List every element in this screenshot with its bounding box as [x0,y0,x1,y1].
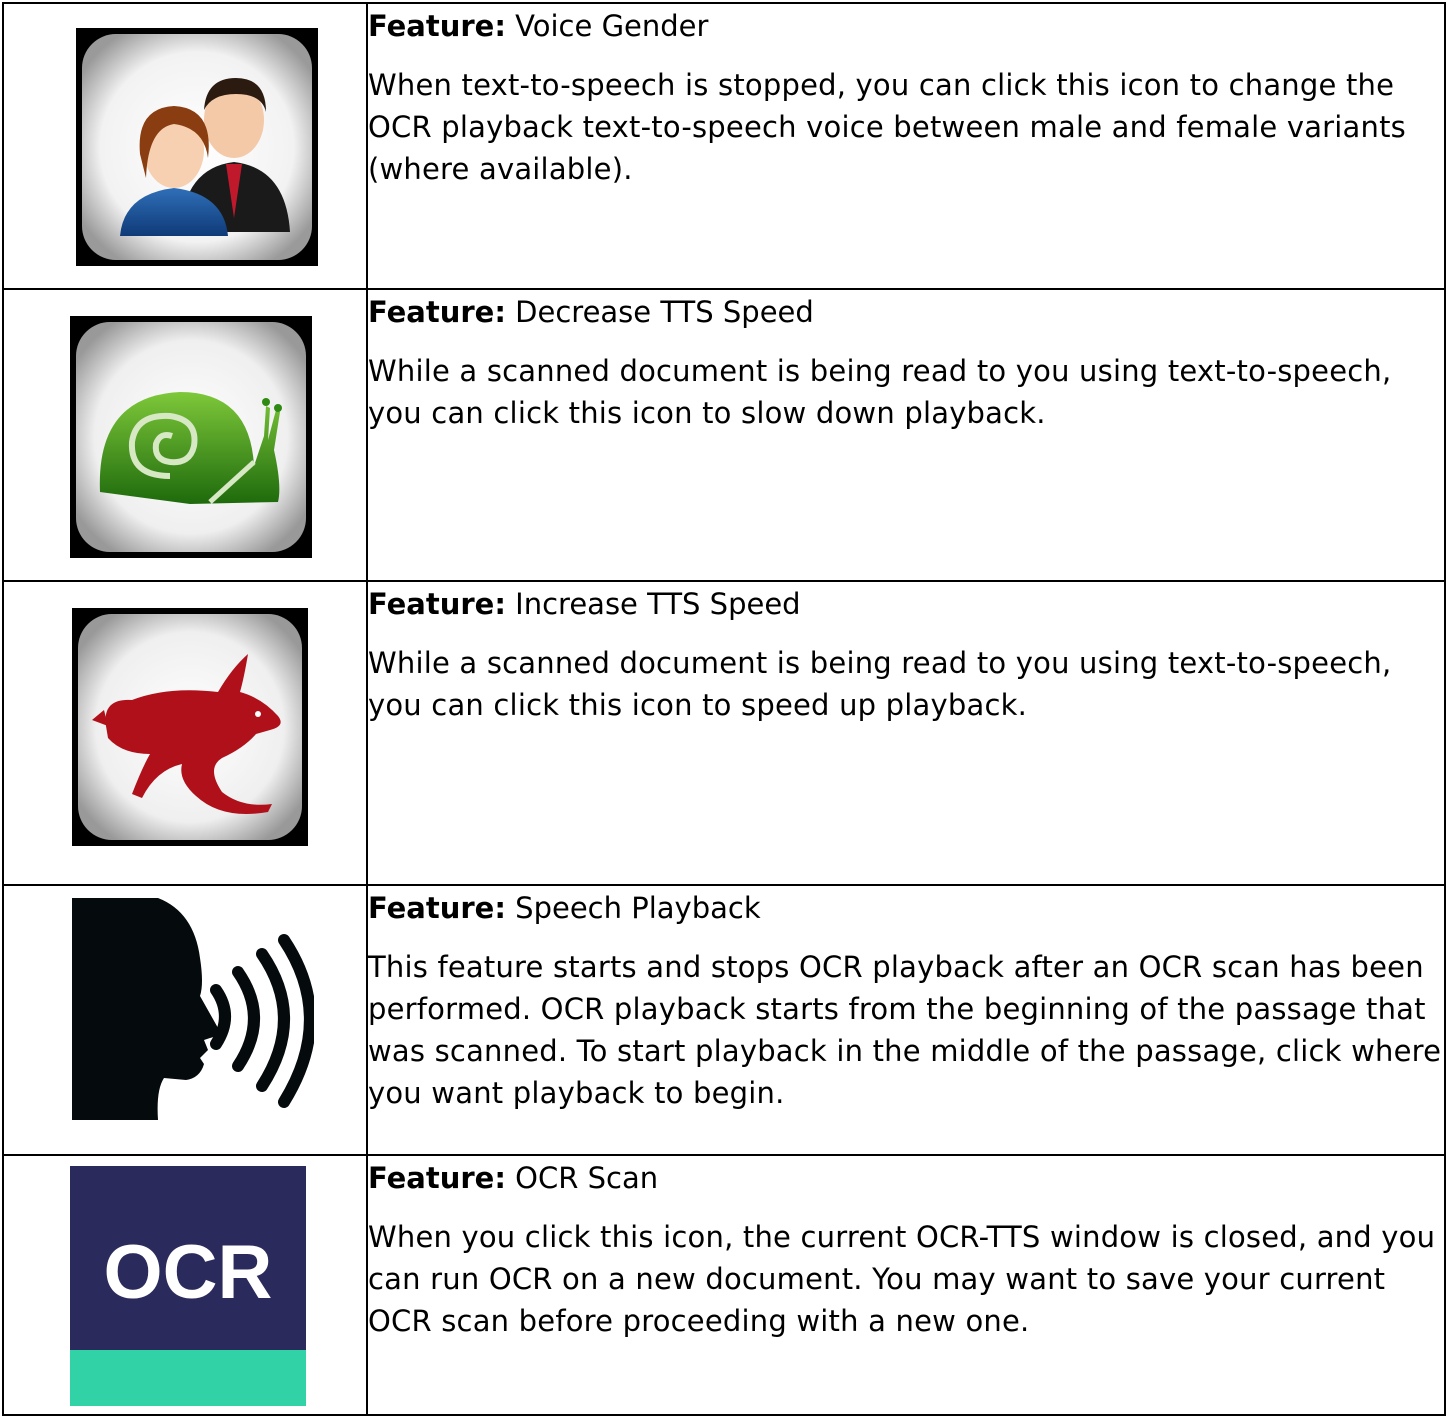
feature-title: Feature: Speech Playback [368,886,1444,930]
feature-title: Feature: Voice Gender [368,4,1444,48]
text-cell: Feature: Speech Playback This feature st… [366,884,1446,1156]
text-cell: Feature: OCR Scan When you click this ic… [366,1154,1446,1416]
table-row: Feature: Decrease TTS Speed While a scan… [2,288,1446,582]
icon-cell [2,884,368,1156]
feature-title: Feature: Increase TTS Speed [368,582,1444,626]
icon-cell: OCR [2,1154,368,1416]
feature-name: OCR Scan [515,1161,659,1195]
table-row: Feature: Increase TTS Speed While a scan… [2,580,1446,886]
feature-description: While a scanned document is being read t… [368,646,1392,722]
text-cell: Feature: Decrease TTS Speed While a scan… [366,288,1446,582]
text-cell: Feature: Increase TTS Speed While a scan… [366,580,1446,886]
table-row: Feature: Voice Gender When text-to-speec… [2,2,1446,290]
speaking-head-icon[interactable] [68,898,314,1130]
icon-cell [2,288,368,582]
feature-label: Feature: [368,891,506,925]
voice-gender-icon[interactable] [76,28,318,266]
feature-label: Feature: [368,295,506,329]
feature-name: Decrease TTS Speed [515,295,814,329]
feature-title: Feature: Decrease TTS Speed [368,290,1444,334]
features-table: Feature: Voice Gender When text-to-speec… [2,2,1446,1416]
feature-name: Increase TTS Speed [515,587,801,621]
table-row: Feature: Speech Playback This feature st… [2,884,1446,1156]
feature-description: This feature starts and stops OCR playba… [368,950,1442,1110]
table-row: OCR Feature: OCR Scan When you click thi… [2,1154,1446,1416]
feature-label: Feature: [368,9,506,43]
snail-icon[interactable] [70,316,312,558]
feature-description: When text-to-speech is stopped, you can … [368,68,1406,186]
icon-cell [2,580,368,886]
ocr-icon-text: OCR [104,1230,273,1315]
feature-label: Feature: [368,1161,506,1195]
feature-name: Speech Playback [515,891,761,925]
feature-label: Feature: [368,587,506,621]
feature-description: When you click this icon, the current OC… [368,1220,1436,1338]
feature-name: Voice Gender [515,9,709,43]
rabbit-icon[interactable] [72,608,308,846]
feature-description: While a scanned document is being read t… [368,354,1392,430]
feature-title: Feature: OCR Scan [368,1156,1444,1200]
icon-cell [2,2,368,290]
ocr-icon[interactable]: OCR [70,1166,306,1406]
text-cell: Feature: Voice Gender When text-to-speec… [366,2,1446,290]
